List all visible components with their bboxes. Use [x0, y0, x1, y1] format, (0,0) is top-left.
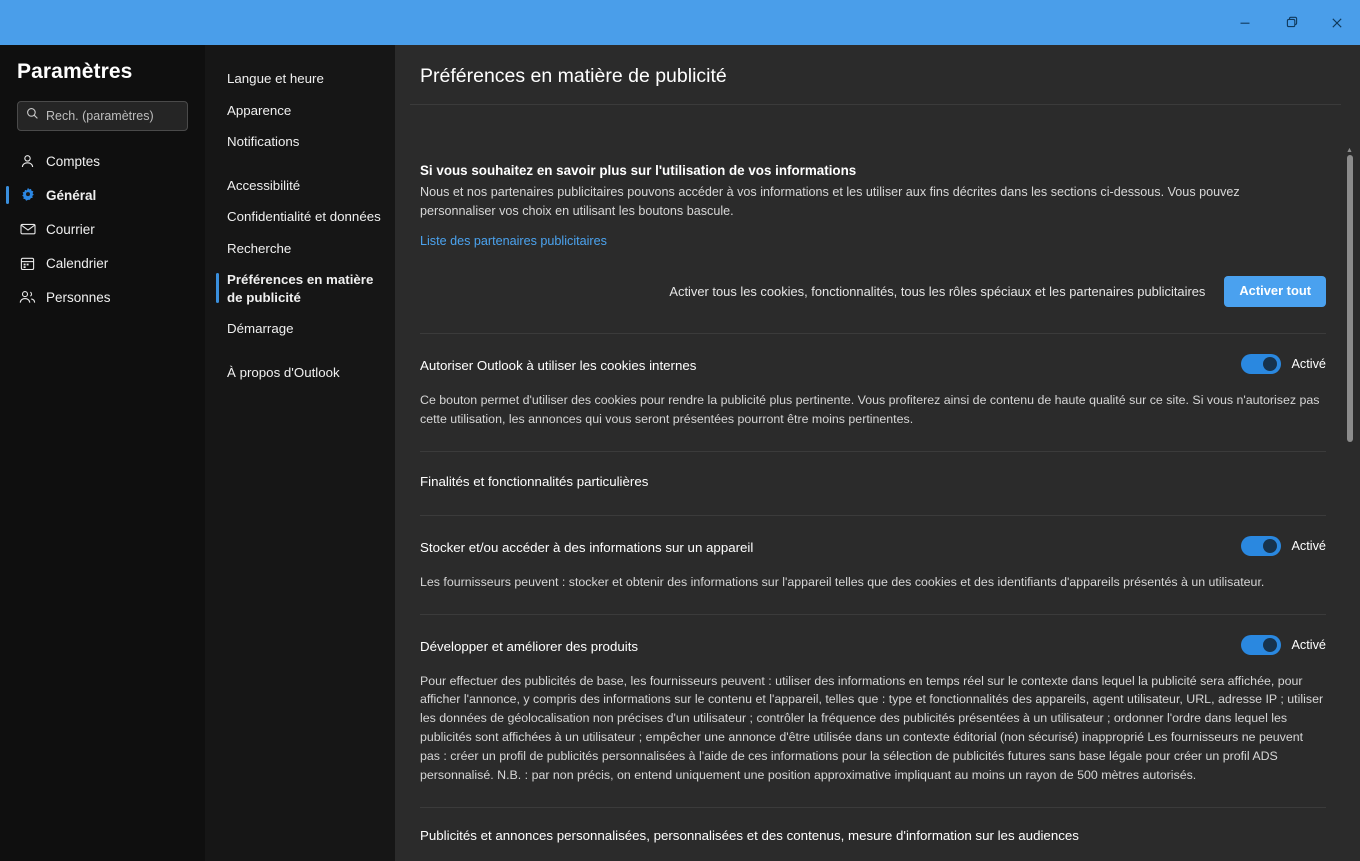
subnav-item-label: Recherche [227, 240, 292, 256]
calendar-icon [19, 256, 36, 271]
subnav-item-label: Apparence [227, 102, 292, 118]
close-button[interactable] [1314, 0, 1360, 45]
intro-heading: Si vous souhaitez en savoir plus sur l'u… [420, 163, 857, 178]
settings-content: Si vous souhaitez en savoir plus sur l'u… [395, 142, 1360, 861]
pref-title: Autoriser Outlook à utiliser les cookies… [420, 358, 697, 374]
subnav-item-label: Notifications [227, 134, 300, 150]
sidebar-item-general[interactable]: Général [0, 178, 205, 212]
subnav-spacer [205, 345, 395, 357]
sidebar-item-comptes[interactable]: Comptes [0, 144, 205, 178]
scroll-up-arrow[interactable]: ▲ [1345, 147, 1354, 154]
subnav-item-label: Préférences en matière de publicité [227, 272, 374, 305]
subnav-item-label: À propos d'Outlook [227, 364, 340, 380]
sidebar-item-label: Général [46, 187, 97, 203]
scrollbar-thumb[interactable] [1347, 155, 1353, 442]
sidebar-item-courrier[interactable]: Courrier [0, 212, 205, 246]
subnav-item-label: Démarrage [227, 321, 294, 337]
pref-cookies-internes: Autoriser Outlook à utiliser les cookies… [420, 334, 1326, 451]
group-heading-finalites: Finalités et fonctionnalités particulièr… [420, 473, 649, 489]
pref-title: Stocker et/ou accéder à des informations… [420, 539, 754, 555]
minimize-button[interactable] [1222, 0, 1268, 45]
search-input[interactable] [46, 109, 179, 123]
pref-toggle-group: Activé [1241, 634, 1326, 655]
settings-subnav: Langue et heure Apparence Notifications … [205, 45, 395, 861]
enable-all-row: Activer tous les cookies, fonctionnalité… [420, 250, 1326, 333]
subnav-item-label: Accessibilité [227, 177, 301, 193]
search-container [0, 101, 205, 131]
sidebar-item-label: Courrier [46, 221, 95, 237]
toggle-state-label: Activé [1291, 357, 1326, 372]
header-divider [410, 104, 1341, 105]
subnav-item-label: Langue et heure [227, 71, 324, 86]
restore-button[interactable] [1268, 0, 1314, 45]
main-panel: Préférences en matière de publicité Si v… [395, 45, 1360, 861]
pref-title: Développer et améliorer des produits [420, 638, 639, 654]
toggle-state-label: Activé [1291, 538, 1326, 553]
toggle-state-label: Activé [1291, 637, 1326, 652]
subnav-item-a-propos-outlook[interactable]: À propos d'Outlook [205, 357, 395, 389]
sidebar-item-calendrier[interactable]: Calendrier [0, 246, 205, 280]
subnav-item-demarrage[interactable]: Démarrage [205, 313, 395, 345]
subnav-item-apparence[interactable]: Apparence [205, 95, 395, 127]
subnav-item-label: Confidentialité et données [227, 209, 381, 225]
subnav-item-langue-et-heure[interactable]: Langue et heure [205, 63, 395, 95]
pref-toggle-group: Activé [1241, 535, 1326, 556]
settings-window: Paramètres Rech. (paramètres) Comptes Gé… [0, 0, 1360, 861]
sidebar-item-personnes[interactable]: Personnes [0, 280, 205, 314]
cookies-toggle[interactable] [1241, 354, 1282, 375]
pref-description: Pour effectuer des publicités de base, l… [420, 673, 1324, 782]
subnav-item-preferences-publicite[interactable]: Préférences en matière de publicité [205, 264, 395, 313]
pref-toggle-group: Activé [1241, 354, 1326, 375]
pref-description: Ce bouton permet d'utiliser des cookies … [420, 393, 1320, 426]
settings-search-box[interactable] [17, 101, 188, 131]
subnav-item-confidentialite-et-donnees[interactable]: Confidentialité et données [205, 201, 395, 233]
content-scrollbar[interactable]: ▲ [1344, 147, 1355, 855]
gear-icon [19, 187, 36, 203]
partners-list-link[interactable]: Liste des partenaires publicitaires [420, 234, 607, 248]
develop-products-toggle[interactable] [1241, 634, 1282, 655]
sidebar-item-label: Personnes [46, 289, 111, 305]
subnav-item-recherche[interactable]: Recherche [205, 233, 395, 265]
pref-stocker-acceder: Stocker et/ou accéder à des informations… [420, 516, 1326, 614]
sidebar-item-label: Calendrier [46, 255, 109, 271]
sidebar: Paramètres Rech. (paramètres) Comptes Gé… [0, 45, 205, 861]
search-icon [26, 107, 39, 125]
pref-developper-ameliorer: Développer et améliorer des produits Act… [420, 615, 1326, 807]
store-access-toggle[interactable] [1241, 535, 1282, 556]
activer-tout-button[interactable]: Activer tout [1224, 276, 1326, 308]
pref-next-clipped: Publicités et annonces personnalisées, p… [420, 827, 1079, 843]
sidebar-item-label: Comptes [46, 153, 101, 169]
mail-icon [19, 222, 36, 236]
title-bar [0, 0, 1360, 45]
pref-description: Les fournisseurs peuvent : stocker et ob… [420, 574, 1265, 589]
page-title: Préférences en matière de publicité [420, 65, 727, 87]
intro-body: Nous et nos partenaires publicitaires po… [420, 185, 1240, 218]
sidebar-title: Paramètres [17, 60, 133, 83]
enable-all-label: Activer tous les cookies, fonctionnalité… [669, 284, 1206, 300]
intro-section: Si vous souhaitez en savoir plus sur l'u… [420, 142, 1326, 250]
person-icon [19, 154, 36, 169]
people-icon [19, 290, 36, 304]
subnav-item-notifications[interactable]: Notifications [205, 126, 395, 158]
subnav-item-accessibilite[interactable]: Accessibilité [205, 170, 395, 202]
subnav-spacer [205, 158, 395, 170]
